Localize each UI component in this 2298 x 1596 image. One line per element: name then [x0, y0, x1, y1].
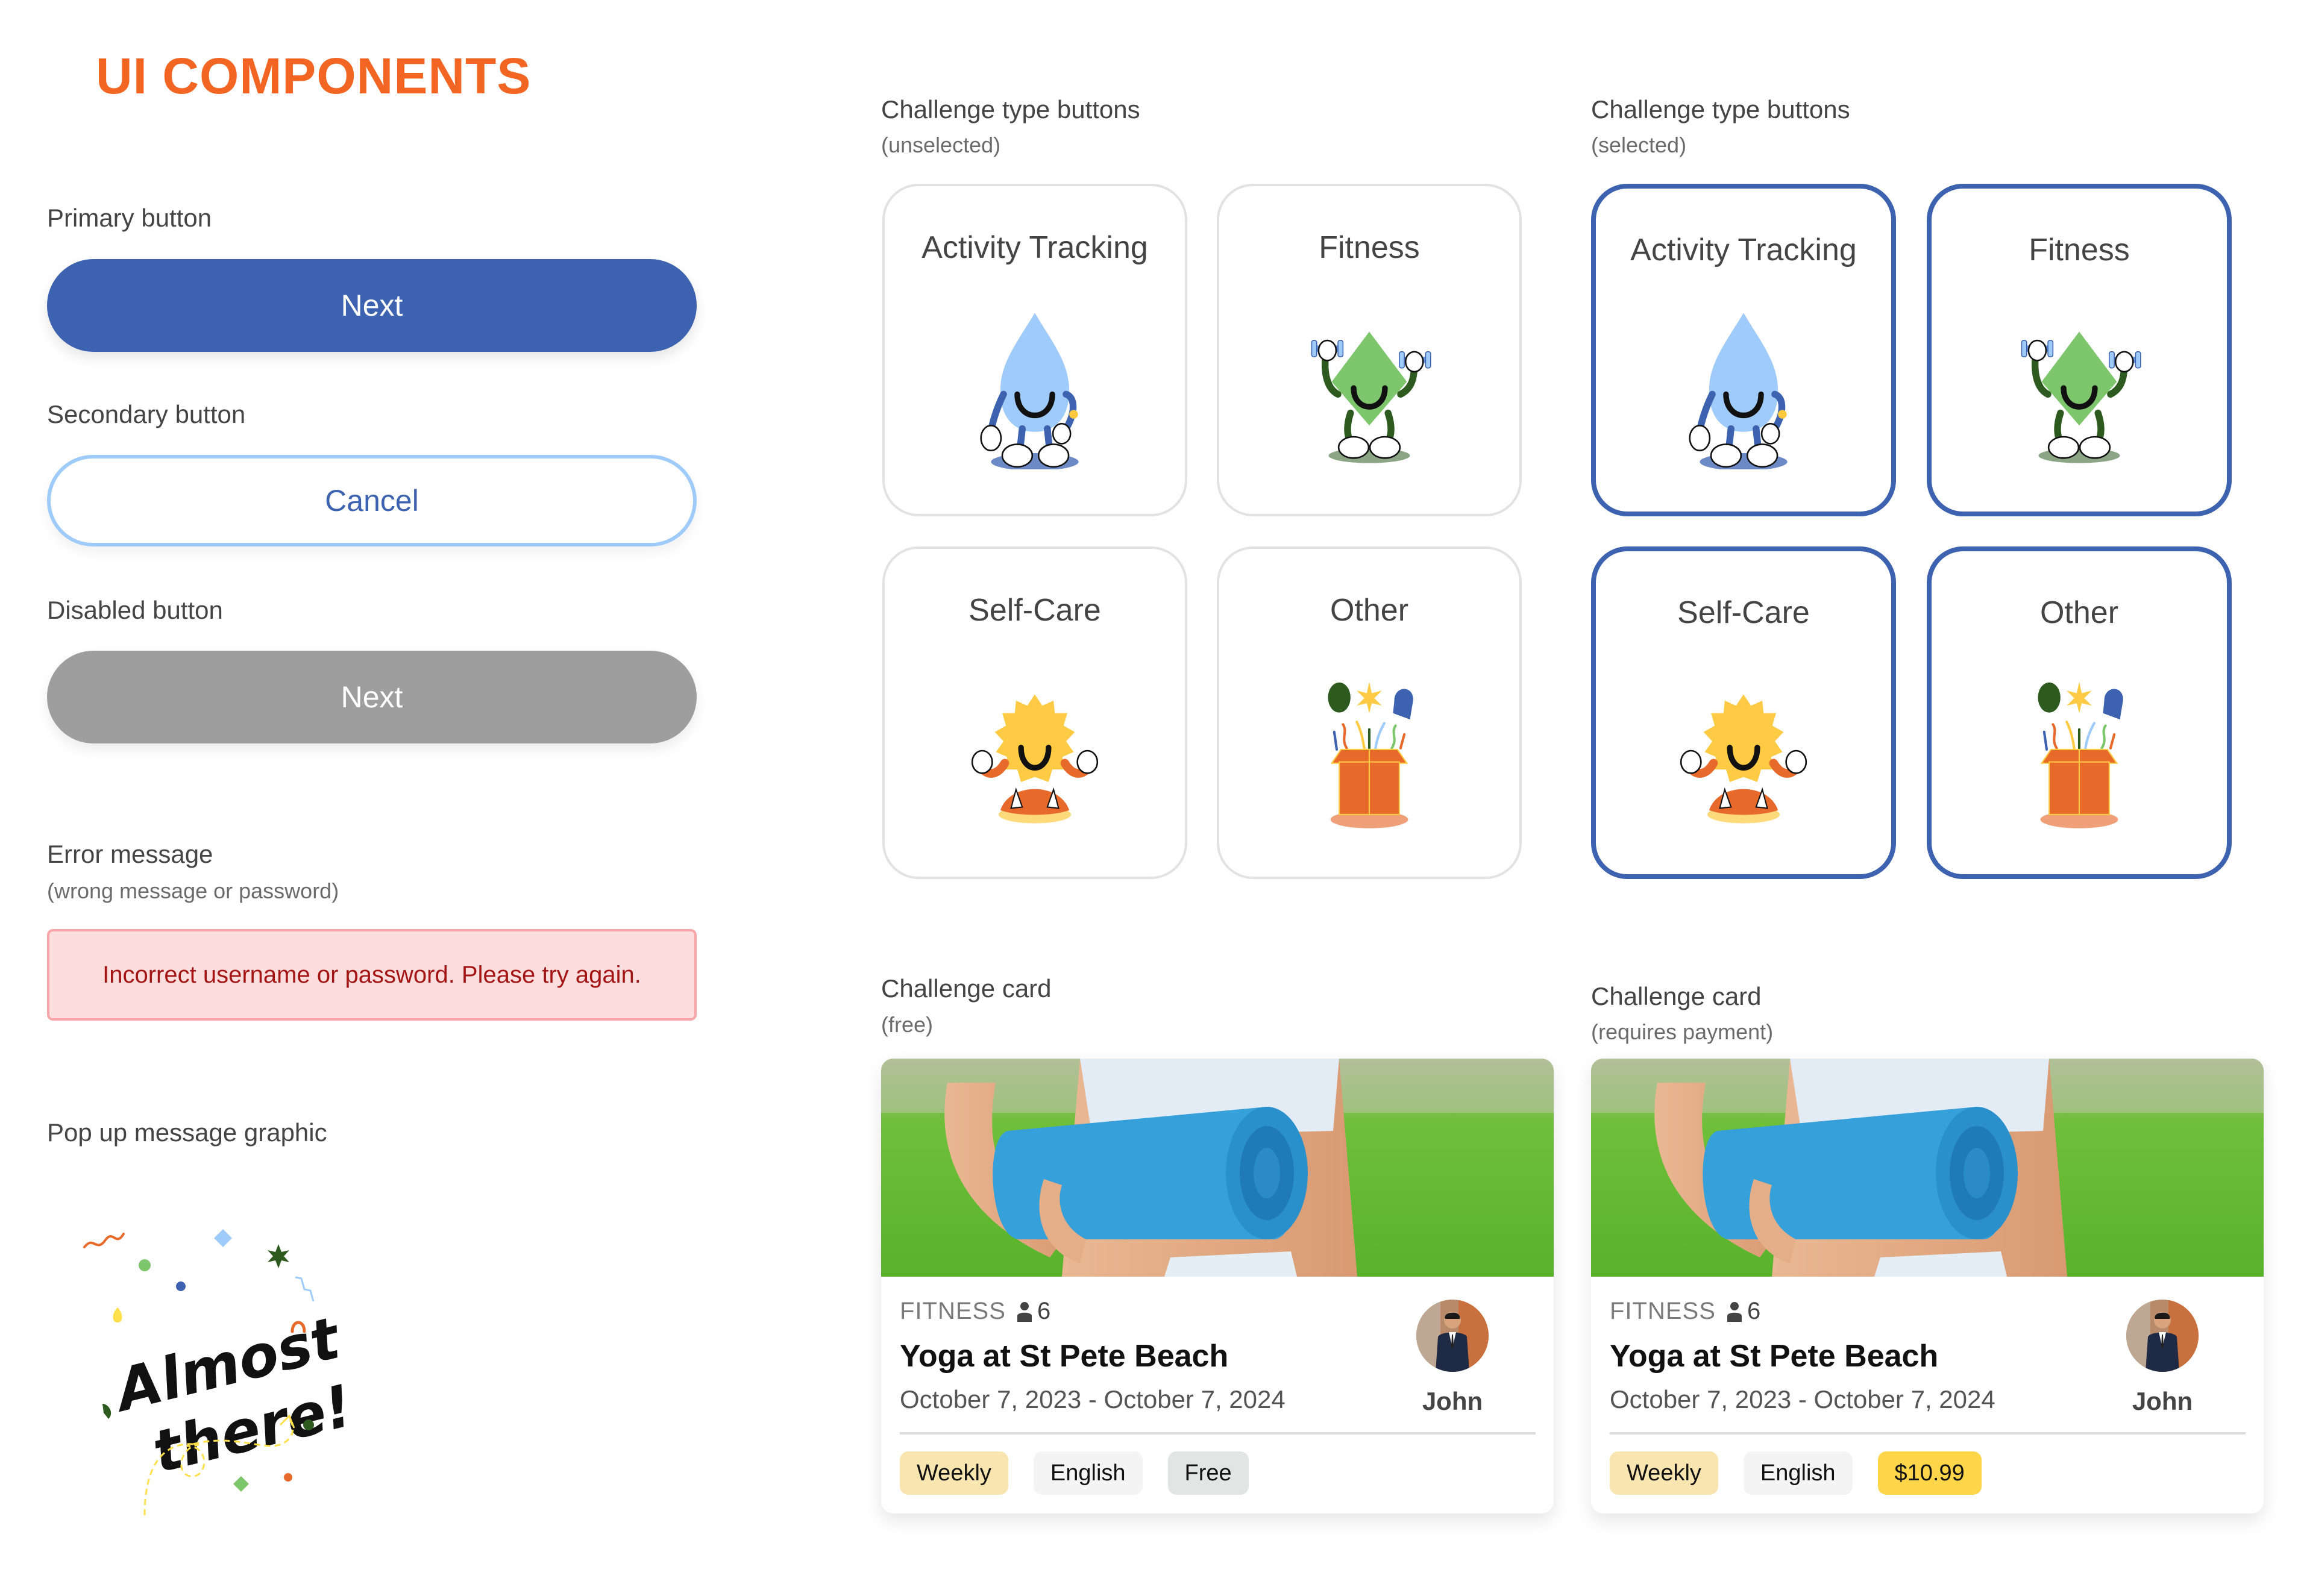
challenge-type-other[interactable]: Other — [1217, 546, 1522, 879]
host-avatar — [2126, 1300, 2199, 1372]
challenge-type-label: Activity Tracking — [1630, 233, 1857, 268]
sun-meditating-mascot-icon — [965, 669, 1104, 832]
confetti-flower-green — [139, 1259, 151, 1271]
gift-box-icon — [1303, 669, 1436, 832]
tag-language: English — [1033, 1451, 1143, 1495]
host-avatar — [1416, 1300, 1489, 1372]
host-name: John — [2132, 1387, 2193, 1415]
water-drop-mascot-icon — [1677, 307, 1810, 469]
diamond-dumbbell-mascot-icon — [1303, 307, 1436, 469]
confetti-star-green — [268, 1244, 289, 1268]
disabled-next-button-label: Next — [341, 680, 403, 714]
challenge-type-self-care[interactable]: Self-Care — [882, 546, 1187, 879]
challenge-tags: Weekly English $10.99 — [1610, 1451, 1982, 1495]
confetti-leaf-green — [102, 1404, 111, 1419]
challenge-type-label: Other — [1330, 593, 1409, 628]
primary-next-button[interactable]: Next — [47, 259, 697, 352]
challenge-type-label: Self-Care — [1677, 595, 1810, 630]
challenge-members-count: 6 — [1037, 1298, 1051, 1324]
challenge-type-activity-tracking[interactable]: Activity Tracking — [882, 184, 1187, 516]
tag-price-free: Free — [1167, 1451, 1249, 1495]
error-section-label: Error message — [47, 840, 213, 868]
confetti-illustration: Almost there! — [83, 1229, 359, 1516]
person-icon — [1727, 1301, 1742, 1322]
tag-frequency: Weekly — [1610, 1451, 1718, 1495]
secondary-cancel-button-label: Cancel — [325, 484, 419, 518]
challenge-card-free[interactable]: FITNESS 6 Yoga at St Pete Beach October … — [881, 1059, 1554, 1513]
confetti-dot-green — [303, 1419, 314, 1430]
confetti-star-orange — [284, 1473, 292, 1482]
confetti-dot-blue — [176, 1281, 186, 1291]
challenge-card-paid[interactable]: FITNESS 6 Yoga at St Pete Beach October … — [1591, 1059, 2264, 1513]
confetti-drop-yellow — [113, 1307, 122, 1322]
confetti-zigzag-blue — [295, 1276, 315, 1302]
challenge-type-label: Self-Care — [968, 593, 1101, 628]
challenge-type-fitness-selected[interactable]: Fitness — [1927, 184, 2232, 516]
challenge-title: Yoga at St Pete Beach — [1610, 1339, 1939, 1374]
challenge-card-paid-label: Challenge card — [1591, 982, 1762, 1010]
challenge-type-label: Fitness — [1319, 230, 1420, 265]
challenge-type-label: Fitness — [2029, 233, 2130, 268]
diamond-dumbbell-mascot-icon — [2013, 307, 2146, 469]
challenge-type-other-selected[interactable]: Other — [1927, 546, 2232, 879]
challenge-card-paid-sublabel: (requires payment) — [1591, 1019, 1774, 1044]
challenge-card-free-sublabel: (free) — [881, 1012, 934, 1037]
challenge-members: 6 — [1017, 1298, 1050, 1325]
challenge-members-count: 6 — [1747, 1298, 1761, 1324]
secondary-button-section-label: Secondary button — [47, 400, 246, 428]
challenge-type-label: Other — [2039, 595, 2119, 630]
host-name: John — [1422, 1387, 1483, 1415]
challenge-title: Yoga at St Pete Beach — [900, 1339, 1229, 1374]
confetti-diamond-green — [233, 1476, 249, 1492]
challenge-type-fitness[interactable]: Fitness — [1217, 184, 1522, 516]
almost-there-graphic: Almost there! — [60, 1187, 410, 1524]
challenge-types-unselected-label: Challenge type buttons — [881, 95, 1140, 124]
person-icon — [1017, 1301, 1032, 1322]
error-message-box: Incorrect username or password. Please t… — [47, 929, 697, 1021]
tag-price: $10.99 — [1877, 1451, 1982, 1495]
disabled-button-section-label: Disabled button — [47, 596, 223, 624]
challenge-category: FITNESS — [900, 1298, 1006, 1324]
error-message-text: Incorrect username or password. Please t… — [102, 961, 641, 988]
challenge-type-self-care-selected[interactable]: Self-Care — [1591, 546, 1896, 879]
challenge-card-free-label: Challenge card — [881, 974, 1052, 1003]
challenge-category: FITNESS — [1610, 1298, 1716, 1324]
error-section-sublabel: (wrong message or password) — [47, 878, 339, 903]
confetti-diamond-blue — [214, 1229, 232, 1247]
challenge-dates: October 7, 2023 - October 7, 2024 — [1610, 1385, 1995, 1413]
gift-box-icon — [2013, 669, 2146, 832]
challenge-type-label: Activity Tracking — [921, 230, 1148, 265]
popup-section-label: Pop up message graphic — [47, 1118, 327, 1147]
challenge-types-selected-sublabel: (selected) — [1591, 133, 1687, 157]
challenge-types-unselected-sublabel: (unselected) — [881, 133, 1001, 157]
secondary-cancel-button[interactable]: Cancel — [47, 455, 697, 546]
challenge-card-image — [1591, 1059, 2264, 1277]
tag-frequency: Weekly — [900, 1451, 1008, 1495]
confetti-squiggle-orange — [83, 1233, 125, 1248]
card-divider — [900, 1432, 1536, 1435]
primary-button-section-label: Primary button — [47, 204, 212, 232]
challenge-types-selected-label: Challenge type buttons — [1591, 95, 1850, 124]
challenge-card-image — [881, 1059, 1554, 1277]
sun-meditating-mascot-icon — [1674, 669, 1813, 832]
challenge-type-activity-tracking-selected[interactable]: Activity Tracking — [1591, 184, 1896, 516]
challenge-members: 6 — [1727, 1298, 1760, 1325]
primary-next-button-label: Next — [341, 289, 403, 322]
tag-language: English — [1743, 1451, 1853, 1495]
card-divider — [1610, 1432, 2246, 1435]
water-drop-mascot-icon — [968, 307, 1101, 469]
challenge-dates: October 7, 2023 - October 7, 2024 — [900, 1385, 1286, 1413]
disabled-next-button: Next — [47, 651, 697, 743]
challenge-tags: Weekly English Free — [900, 1451, 1249, 1495]
page-title: UI COMPONENTS — [96, 48, 532, 104]
